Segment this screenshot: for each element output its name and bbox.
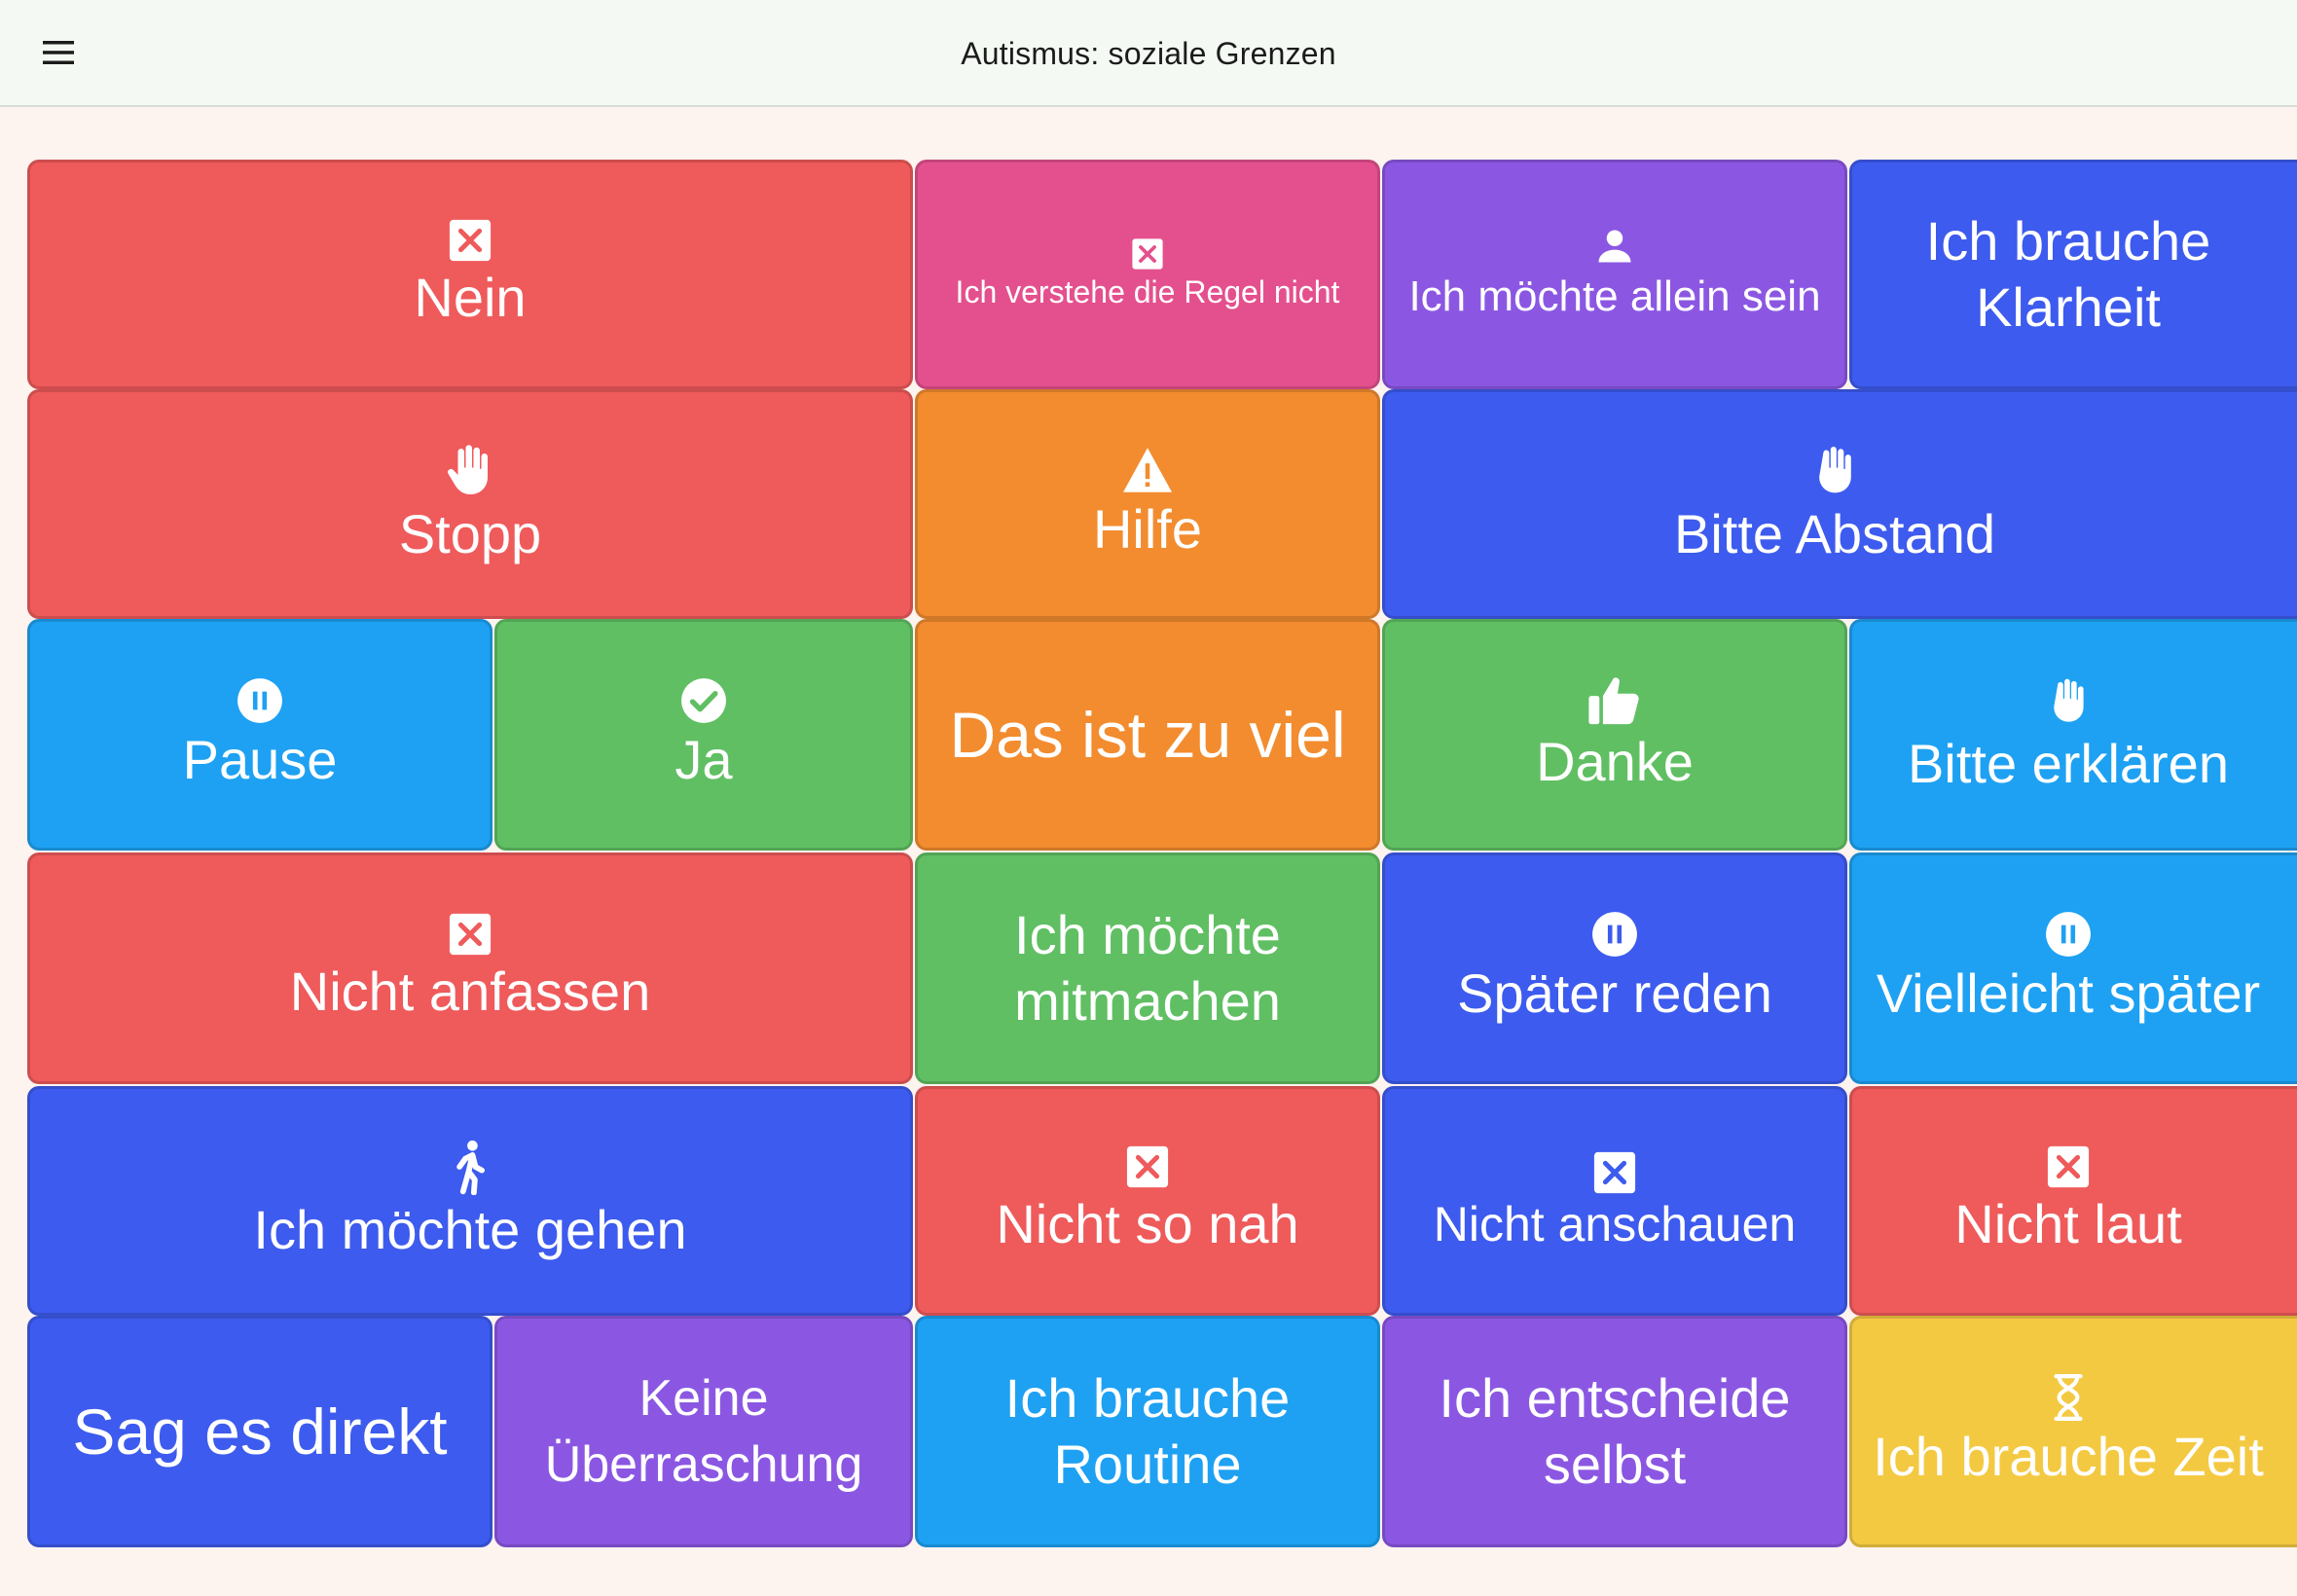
hand-icon [441,441,499,499]
tile-label: Das ist zu viel [949,699,1346,771]
close-box-icon [448,912,492,957]
tile-sag-es-direkt[interactable]: Sag es direkt [27,1316,492,1547]
tile-pause[interactable]: Pause [27,619,492,851]
tile-nicht-so-nah[interactable]: Nicht so nah [915,1086,1380,1316]
tile-label: Bitte erklären [1908,733,2229,794]
tile-label: Nicht anfassen [289,961,651,1022]
tile-ja[interactable]: Ja [494,619,913,851]
close-box-icon [2046,1144,2091,1189]
tile-nicht-anschauen[interactable]: Nicht anschauen [1382,1086,1847,1316]
tile-label: Sag es direkt [72,1396,448,1468]
tile-label: Bitte Abstand [1673,503,1995,564]
tile-ich-moechte-mitmachen[interactable]: Ich möchte mitmachen [915,852,1380,1084]
tile-ich-moechte-allein-sein[interactable]: Ich möchte allein sein [1382,160,1847,389]
tile-ich-brauche-routine[interactable]: Ich brauche Routine [915,1316,1380,1547]
tile-danke[interactable]: Danke [1382,619,1847,851]
tile-nein[interactable]: Nein [27,160,913,389]
tile-label: Nicht laut [1954,1193,2182,1254]
page-title: Autismus: soziale Grenzen [961,35,1336,71]
close-box-icon [1592,1150,1637,1195]
tile-ich-brauche-klarheit[interactable]: Ich brauche Klarheit [1849,160,2297,389]
app-bar: Autismus: soziale Grenzen [0,0,2297,107]
check-circle-icon [679,676,728,725]
tile-nicht-anfassen[interactable]: Nicht anfassen [27,852,913,1084]
tile-ich-entscheide-selbst[interactable]: Ich entscheide selbst [1382,1316,1847,1547]
tile-label: Stopp [398,503,542,564]
tile-label: Ich entscheide selbst [1439,1367,1791,1495]
tile-spaeter-reden[interactable]: Später reden [1382,852,1847,1084]
tile-label: Ich möchte gehen [253,1199,687,1260]
tile-label: Pause [182,729,338,790]
tile-label: Ich möchte allein sein [1408,272,1821,320]
person-icon [1593,225,1636,268]
tile-label: Ich möchte mitmachen [1014,904,1281,1032]
tile-ich-verstehe-die-regel-nicht[interactable]: Ich verstehe die Regel nicht [915,160,1380,389]
tile-bitte-abstand[interactable]: Bitte Abstand [1382,389,2297,619]
tile-label: Ich brauche Zeit [1873,1426,2264,1487]
hand-icon [1807,441,1862,499]
tile-nicht-laut[interactable]: Nicht laut [1849,1086,2297,1316]
pause-circle-icon [2044,910,2093,959]
walk-icon [451,1139,490,1195]
tile-label: Ich brauche Routine [1004,1367,1291,1495]
tile-keine-ueberraschung[interactable]: Keine Überraschung [494,1316,913,1547]
tile-label: Nicht so nah [996,1193,1299,1254]
pause-circle-icon [236,676,284,725]
tile-label: Ja [675,729,733,790]
hourglass-icon [2051,1373,2086,1422]
tile-label: Nein [414,267,527,328]
tile-label: Später reden [1457,962,1772,1024]
tile-label: Keine Überraschung [544,1370,863,1493]
tile-label: Vielleicht später [1876,962,2261,1024]
thumbs-up-icon [1586,674,1643,727]
tile-label: Ich verstehe die Regel nicht [955,274,1340,309]
tile-hilfe[interactable]: Hilfe [915,389,1380,619]
pause-circle-icon [1590,910,1639,959]
hand-icon [2043,672,2094,729]
close-box-icon [448,218,492,263]
tile-bitte-erklaeren[interactable]: Bitte erklären [1849,619,2297,851]
tile-ich-moechte-gehen[interactable]: Ich möchte gehen [27,1086,913,1316]
tile-stopp[interactable]: Stopp [27,389,913,619]
tile-label: Hilfe [1092,498,1203,560]
tile-label: Ich brauche Klarheit [1925,210,2211,338]
close-box-icon [1125,1144,1170,1189]
tile-label: Nicht anschauen [1433,1197,1797,1251]
close-box-icon [1131,237,1164,271]
tile-das-ist-zu-viel[interactable]: Das ist zu viel [915,619,1380,851]
tile-label: Danke [1536,731,1694,792]
warning-icon [1120,446,1175,494]
tile-ich-brauche-zeit[interactable]: Ich brauche Zeit [1849,1316,2297,1547]
tile-vielleicht-spaeter[interactable]: Vielleicht später [1849,852,2297,1084]
